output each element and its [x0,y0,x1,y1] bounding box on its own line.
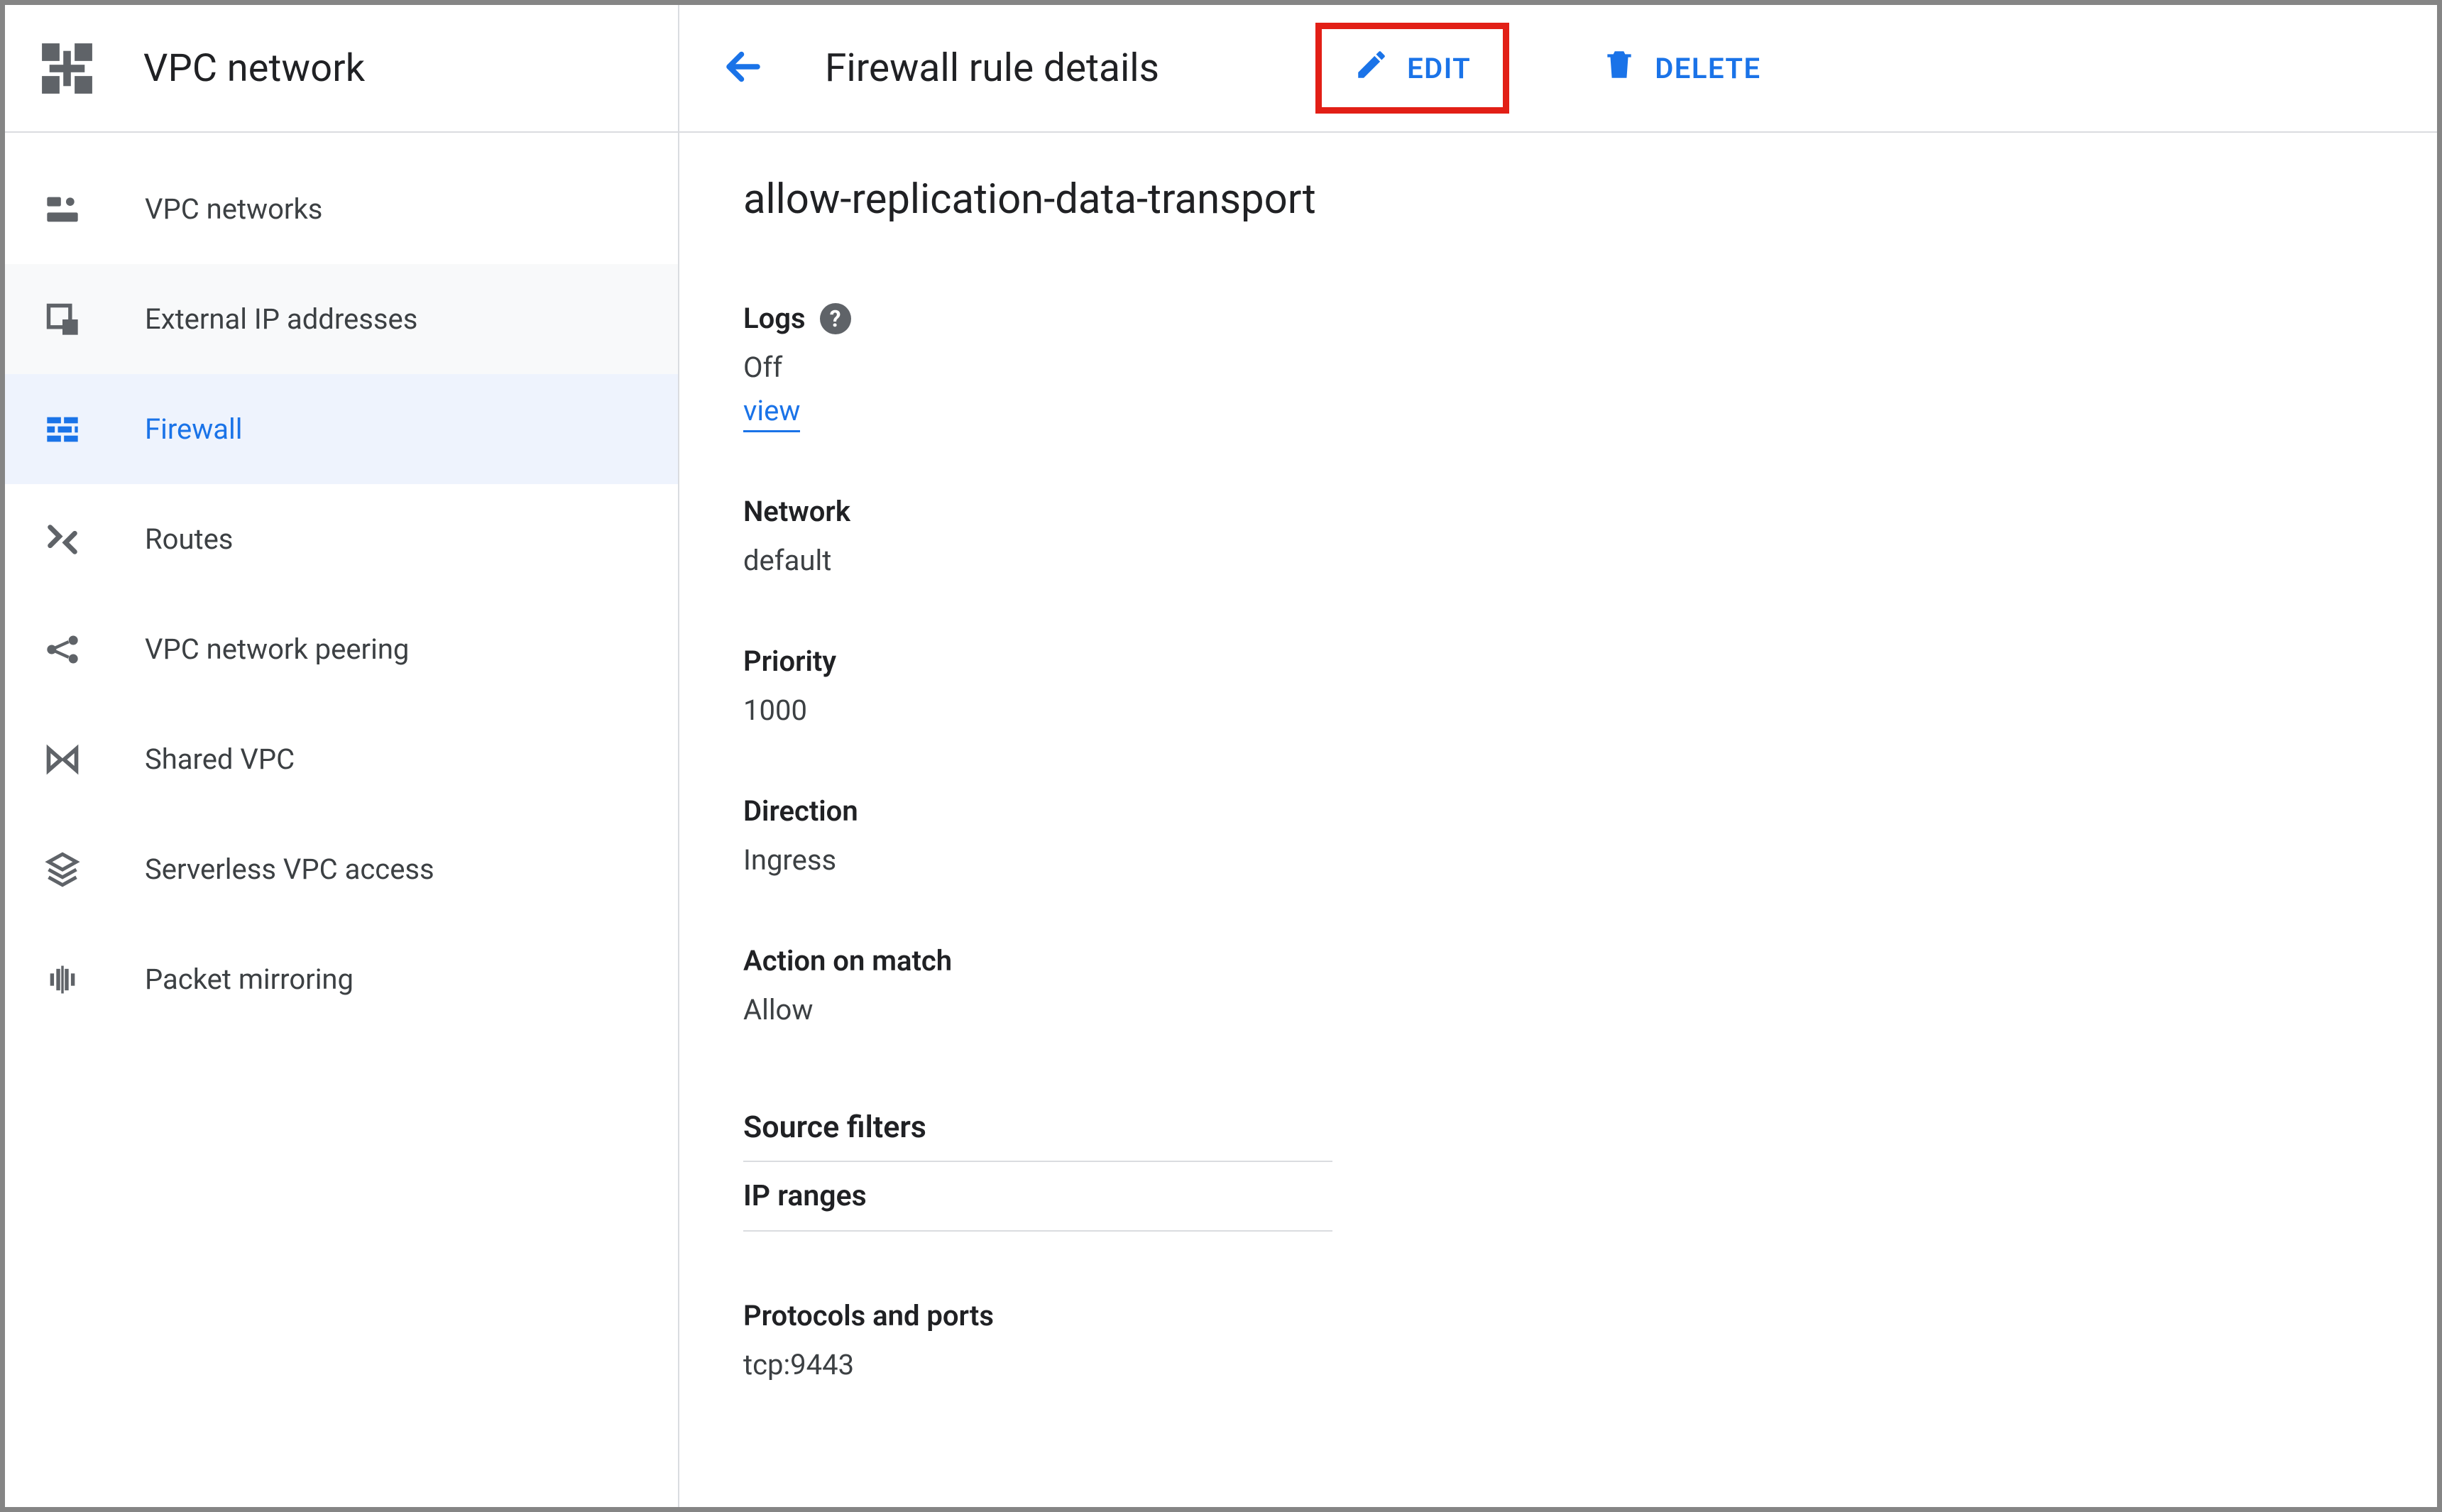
field-direction: Direction Ingress [743,794,2437,877]
sidebar-item-label: VPC networks [145,192,322,226]
main-panel: Firewall rule details EDIT DELETE [679,5,2437,1507]
sidebar-item-label: VPC network peering [145,632,409,666]
product-title: VPC network [143,46,365,91]
external-ip-icon [44,301,81,338]
sidebar-nav: VPC networks External IP addresses Firew… [5,133,678,1034]
trash-icon [1601,47,1637,89]
sidebar-item-vpc-networks[interactable]: VPC networks [5,154,678,264]
sidebar-item-label: Serverless VPC access [145,853,434,886]
help-icon[interactable]: ? [820,303,851,334]
packet-mirroring-icon [44,961,81,998]
field-label: Protocols and ports [743,1299,994,1332]
field-logs: Logs ? Off view [743,302,2437,427]
page-title: Firewall rule details [825,45,1159,91]
sidebar-item-firewall[interactable]: Firewall [5,374,678,484]
firewall-icon [44,411,81,448]
vpc-networks-icon [44,191,81,228]
product-header: VPC network [5,5,678,133]
field-value: 1000 [743,694,2437,727]
field-label: Action on match [743,944,952,977]
field-value: Allow [743,993,2437,1026]
shared-vpc-icon [44,741,81,778]
sidebar-item-label: Shared VPC [145,743,295,776]
sidebar-item-external-ip[interactable]: External IP addresses [5,264,678,374]
delete-label: DELETE [1655,52,1761,85]
field-label: Direction [743,794,858,828]
back-button[interactable] [708,33,779,104]
rule-name: allow-replication-data-transport [743,175,2437,224]
source-filter-row: IP ranges [743,1162,1332,1232]
routes-icon [44,521,81,558]
sidebar-item-shared-vpc[interactable]: Shared VPC [5,704,678,814]
field-priority: Priority 1000 [743,645,2437,727]
edit-label: EDIT [1407,52,1471,85]
field-network: Network default [743,495,2437,577]
field-protocols: Protocols and ports tcp:9443 [743,1299,2437,1381]
sidebar-item-label: Firewall [145,412,243,446]
serverless-icon [44,851,81,888]
sidebar-item-peering[interactable]: VPC network peering [5,594,678,704]
sidebar: VPC network VPC networks External IP add… [5,5,679,1507]
field-label: Priority [743,645,836,678]
field-value: tcp:9443 [743,1348,2437,1381]
source-filters-section: Source filters IP ranges [743,1094,1332,1232]
sidebar-item-serverless[interactable]: Serverless VPC access [5,814,678,924]
field-label: Logs [743,302,806,335]
main-header: Firewall rule details EDIT DELETE [679,5,2437,133]
sidebar-item-label: External IP addresses [145,302,417,336]
vpc-network-logo-icon [37,38,97,99]
sidebar-item-label: Routes [145,522,233,556]
section-heading: Source filters [743,1094,1332,1162]
details-body: allow-replication-data-transport Logs ? … [679,133,2437,1449]
sidebar-item-label: Packet mirroring [145,963,354,996]
logs-view-link[interactable]: view [743,394,800,432]
field-action: Action on match Allow [743,944,2437,1026]
pencil-icon [1354,47,1389,89]
back-arrow-icon [722,45,765,91]
field-value: default [743,544,2437,577]
field-value: Off [743,351,2437,384]
edit-highlight: EDIT [1315,23,1509,114]
sidebar-item-packet-mirroring[interactable]: Packet mirroring [5,924,678,1034]
sidebar-item-routes[interactable]: Routes [5,484,678,594]
delete-button[interactable]: DELETE [1577,33,1785,104]
field-value: Ingress [743,843,2437,877]
edit-button[interactable]: EDIT [1329,33,1496,104]
peering-icon [44,631,81,668]
field-label: Network [743,495,850,528]
